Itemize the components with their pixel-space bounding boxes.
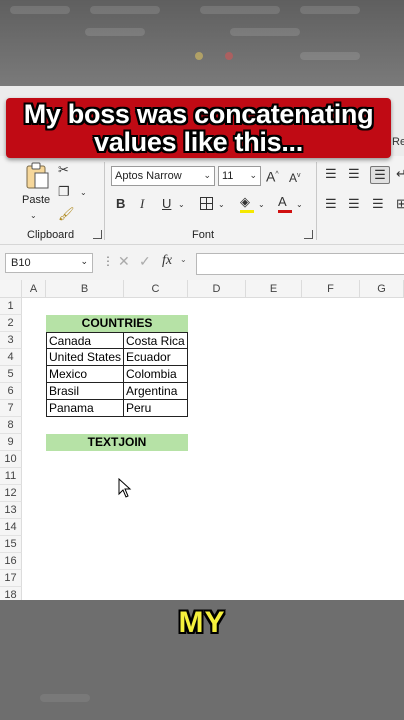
table-cell[interactable]: Colombia [123, 365, 188, 383]
paste-icon [26, 162, 49, 189]
row-header[interactable]: 17 [0, 570, 22, 587]
table-cell[interactable]: Canada [46, 332, 124, 349]
align-left-icon[interactable]: ☰ [325, 196, 337, 212]
underline-dropdown-icon[interactable]: ⌄ [178, 197, 185, 213]
align-middle-icon[interactable]: ☰ [348, 166, 360, 182]
font-name-value: Aptos Narrow [115, 170, 182, 182]
textjoin-header-cell[interactable]: TEXTJOIN [46, 434, 188, 451]
paste-label: Paste [22, 194, 51, 206]
select-all-corner[interactable] [0, 280, 22, 298]
row-header[interactable]: 6 [0, 383, 22, 400]
table-cell[interactable]: United States [46, 348, 124, 366]
italic-button[interactable]: I [140, 196, 144, 212]
bold-button[interactable]: B [116, 196, 125, 212]
font-launcher-icon[interactable] [304, 230, 313, 239]
clipboard-group-label: Clipboard [27, 229, 75, 241]
paste-button[interactable]: Paste [20, 162, 54, 206]
spreadsheet-grid[interactable]: A B C D E F G 1 2 3 4 5 6 7 8 9 10 11 12… [0, 280, 404, 604]
banner-line-2: values like this... [94, 127, 303, 157]
row-header[interactable]: 15 [0, 536, 22, 553]
row-header[interactable]: 4 [0, 349, 22, 366]
row-header[interactable]: 2 [0, 315, 22, 332]
row-header[interactable]: 5 [0, 366, 22, 383]
table-cell[interactable]: Costa Rica [123, 332, 188, 349]
align-top-icon[interactable]: ☰ [325, 166, 337, 182]
decrease-font-size-icon[interactable]: Av [289, 168, 301, 186]
underline-button[interactable]: U [162, 196, 171, 212]
copy-dropdown-icon[interactable]: ⌄ [80, 185, 87, 201]
merge-icon[interactable]: ⊞ [396, 196, 404, 212]
fill-color-dropdown-icon[interactable]: ⌄ [258, 197, 265, 213]
chevron-down-icon: ⌄ [80, 256, 88, 266]
table-cell[interactable]: Panama [46, 399, 124, 417]
copy-icon[interactable]: ❐ [58, 184, 70, 200]
row-header[interactable]: 7 [0, 400, 22, 417]
column-header-g[interactable]: G [360, 280, 404, 298]
row-header[interactable]: 1 [0, 298, 22, 315]
table-cell[interactable]: Peru [123, 399, 188, 417]
format-painter-icon[interactable]: 🖌 [58, 206, 75, 222]
paste-dropdown-icon[interactable]: ⌄ [30, 208, 37, 224]
chevron-down-icon: ⌄ [180, 255, 187, 264]
font-size-value: 11 [222, 170, 234, 182]
insert-function-icon[interactable]: fx [162, 253, 172, 269]
title-banner: My boss was concatenating values like th… [6, 98, 391, 158]
increase-font-size-icon[interactable]: A^ [266, 167, 279, 185]
countries-header-cell[interactable]: COUNTRIES [46, 315, 188, 332]
cut-icon[interactable]: ✂ [58, 162, 69, 178]
align-center-icon[interactable]: ☰ [348, 196, 360, 212]
blurred-background [0, 0, 404, 86]
font-color-icon[interactable]: A [278, 194, 287, 210]
mouse-cursor-icon [118, 478, 132, 498]
formula-input[interactable] [196, 253, 404, 275]
row-header[interactable]: 3 [0, 332, 22, 349]
font-size-select[interactable]: 11 ⌄ [218, 166, 261, 186]
more-options-icon[interactable]: ⋮ [102, 254, 114, 268]
column-header-a[interactable]: A [22, 280, 46, 298]
column-header-e[interactable]: E [246, 280, 302, 298]
enter-icon[interactable]: ✓ [139, 253, 151, 270]
fill-color-swatch [240, 210, 254, 213]
font-group-label: Font [192, 229, 215, 241]
borders-dropdown-icon[interactable]: ⌄ [218, 197, 225, 213]
borders-icon[interactable] [200, 197, 213, 210]
name-box[interactable]: B10 ⌄ [5, 253, 93, 273]
row-header[interactable]: 11 [0, 468, 22, 485]
formula-bar: B10 ⌄ ⋮ ✕ ✓ fx ⌄ [0, 244, 404, 281]
banner-line-1: My boss was concatenating [23, 99, 374, 129]
row-header[interactable]: 10 [0, 451, 22, 468]
row-header[interactable]: 8 [0, 417, 22, 434]
row-header[interactable]: 12 [0, 485, 22, 502]
fill-color-icon[interactable]: ◈ [240, 194, 250, 210]
subtitle-caption: MY [178, 606, 226, 639]
column-header-d[interactable]: D [188, 280, 246, 298]
font-color-dropdown-icon[interactable]: ⌄ [296, 197, 303, 213]
font-name-select[interactable]: Aptos Narrow ⌄ [111, 166, 215, 186]
clipboard-launcher-icon[interactable] [93, 230, 102, 239]
column-header-f[interactable]: F [302, 280, 360, 298]
align-bottom-icon[interactable]: ☰ [370, 166, 390, 184]
column-header-c[interactable]: C [124, 280, 188, 298]
row-header[interactable]: 9 [0, 434, 22, 451]
table-cell[interactable]: Argentina [123, 382, 188, 400]
row-header[interactable]: 14 [0, 519, 22, 536]
cancel-icon[interactable]: ✕ [118, 253, 130, 270]
align-right-icon[interactable]: ☰ [372, 196, 384, 212]
font-color-swatch [278, 210, 292, 213]
row-header[interactable]: 16 [0, 553, 22, 570]
table-cell[interactable]: Brasil [46, 382, 124, 400]
ribbon-tab-partial[interactable]: Re [392, 136, 404, 148]
table-cell[interactable]: Ecuador [123, 348, 188, 366]
name-box-value: B10 [11, 257, 31, 269]
wrap-text-icon[interactable]: ↵ [396, 166, 404, 182]
column-header-b[interactable]: B [46, 280, 124, 298]
chevron-down-icon: ⌄ [203, 170, 211, 180]
chevron-down-icon: ⌄ [249, 170, 257, 180]
row-header[interactable]: 13 [0, 502, 22, 519]
table-cell[interactable]: Mexico [46, 365, 124, 383]
